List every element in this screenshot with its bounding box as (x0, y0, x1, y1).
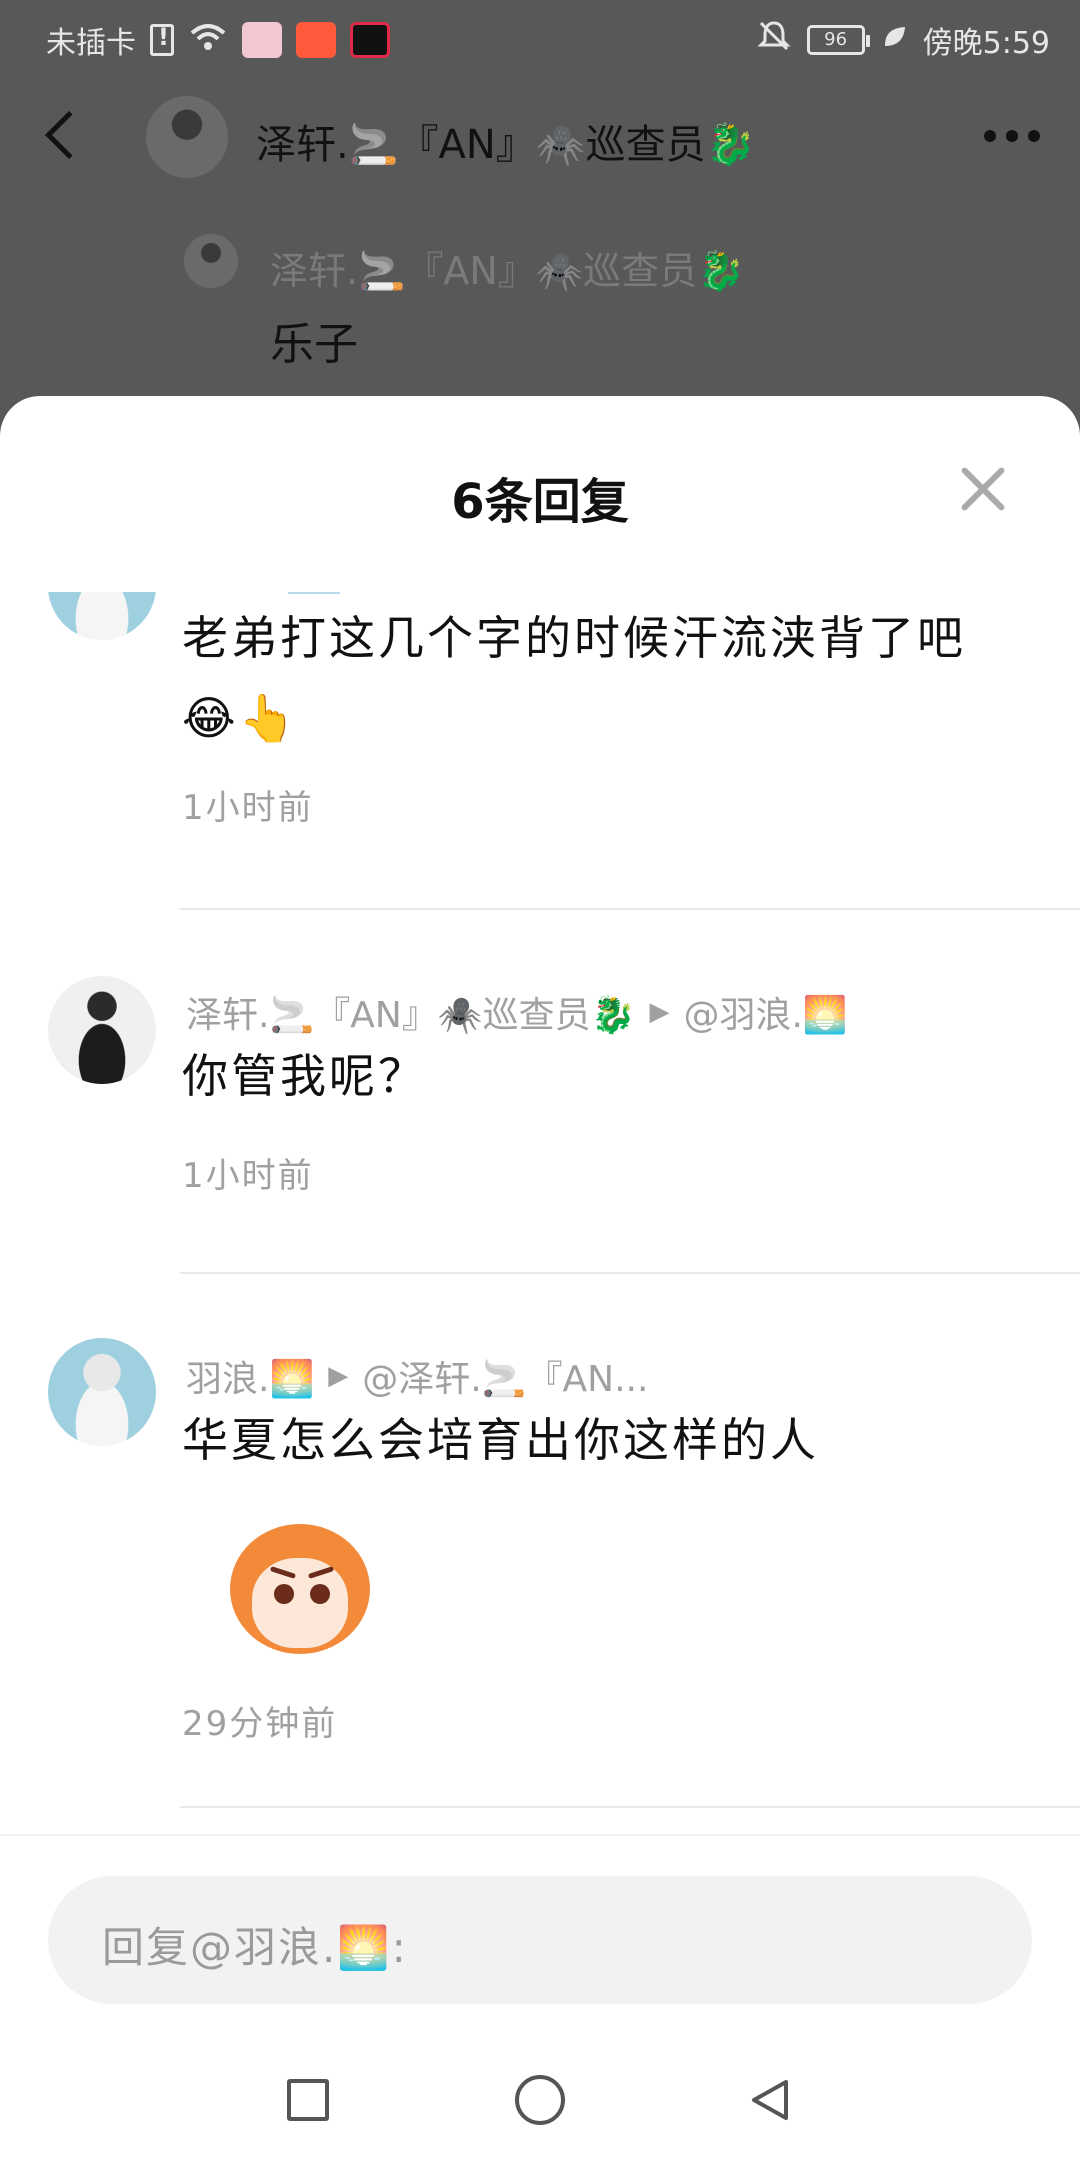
header-user-name[interactable]: 泽轩.🚬『AN』🕷️巡查员🐉 (256, 112, 755, 170)
status-time: 傍晚5:59 (922, 26, 1050, 61)
reply-time: 1小时前 (182, 1156, 314, 1196)
bg-comment-avatar (184, 234, 238, 288)
reply-avatar[interactable] (48, 592, 156, 640)
reply-meta: 泽轩.🚬『AN』🕷️巡查员🐉 ▶ @羽浪.🌅 (186, 986, 848, 1038)
home-icon[interactable] (515, 2075, 565, 2125)
reply-avatar[interactable] (48, 976, 156, 1084)
divider (180, 1806, 1080, 1808)
back-triangle-icon[interactable] (746, 2076, 794, 2124)
bg-comment-author: 泽轩.🚬『AN』🕷️巡查员🐉 (270, 249, 745, 293)
background-header: 泽轩.🚬『AN』🕷️巡查员🐉 (0, 96, 1080, 186)
reply-input[interactable]: 回复@羽浪.🌅: (48, 1876, 1032, 2004)
reply-input-area: 回复@羽浪.🌅: (0, 1834, 1080, 2004)
back-arrow-icon[interactable] (44, 110, 94, 160)
reply-list[interactable]: 老弟打这几个字的时候汗流浃背了吧 😂👆 1小时前 泽轩.🚬『AN』🕷️巡查员🐉 … (0, 592, 1080, 2032)
reply-avatar[interactable] (48, 1338, 156, 1446)
sheet-title: 6条回复 (451, 474, 629, 530)
close-icon[interactable] (960, 466, 1006, 512)
reply-author[interactable]: 泽轩.🚬『AN』🕷️巡查员🐉 (186, 986, 635, 1038)
bg-comment-text: 乐子 (270, 319, 358, 370)
divider (180, 1272, 1080, 1274)
reply-text: 你管我呢？ (182, 1049, 427, 1103)
reply-to[interactable]: @泽轩.🚬『AN... (362, 1350, 648, 1402)
divider (180, 908, 1080, 910)
carrier-label: 未插卡 (46, 26, 136, 61)
header-avatar[interactable] (146, 96, 228, 178)
reply-to[interactable]: @羽浪.🌅 (683, 986, 847, 1038)
bell-off-icon (757, 19, 791, 61)
reply-arrow-icon: ▶ (649, 997, 670, 1027)
reply-text: 老弟打这几个字的时候汗流浃背了吧 😂👆 (182, 611, 966, 745)
highlight-mark (288, 592, 340, 594)
status-bar: 未插卡 96 傍晚5:59 (0, 0, 1080, 76)
app-icon-3 (350, 22, 390, 58)
reply-arrow-icon: ▶ (328, 1361, 349, 1391)
angry-face-sticker (212, 1514, 388, 1664)
leaf-icon (881, 23, 907, 58)
system-nav-bar (0, 2040, 1080, 2160)
more-options-icon[interactable] (984, 130, 1040, 142)
wifi-icon (188, 21, 228, 59)
app-icon-2 (296, 22, 336, 58)
sim-alert-icon (150, 23, 174, 56)
reply-time: 29分钟前 (182, 1704, 338, 1744)
reply-meta: 羽浪.🌅 ▶ @泽轩.🚬『AN... (186, 1350, 648, 1402)
reply-text: 华夏怎么会培育出你这样的人 (182, 1413, 819, 1467)
replies-sheet: 6条回复 老弟打这几个字的时候汗流浃背了吧 😂👆 1小时前 泽轩.🚬『AN』🕷️… (0, 396, 1080, 2160)
app-icon-1 (242, 22, 282, 58)
reply-time: 1小时前 (182, 788, 314, 828)
battery-icon: 96 (806, 25, 870, 55)
reply-author[interactable]: 羽浪.🌅 (186, 1350, 314, 1402)
recent-apps-icon[interactable] (287, 2079, 329, 2121)
reply-input-placeholder: 回复@羽浪.🌅: (102, 1923, 408, 1972)
